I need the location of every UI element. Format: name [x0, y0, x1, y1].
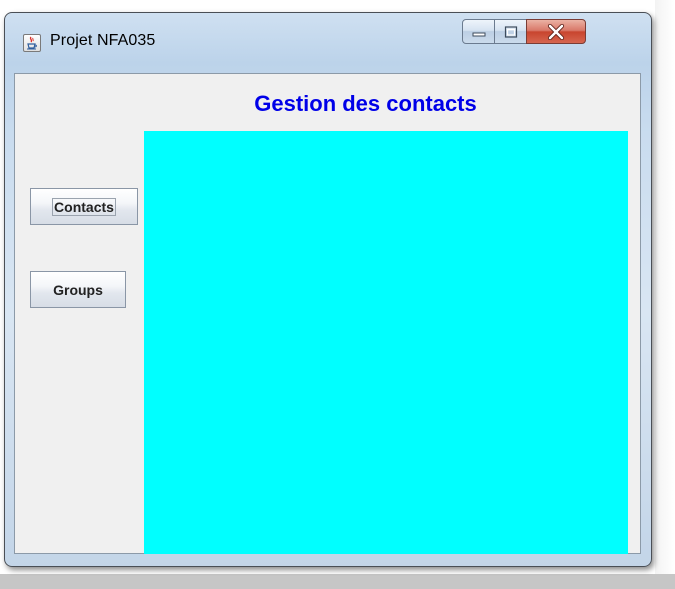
contacts-button[interactable]: Contacts: [30, 188, 138, 225]
desktop-backdrop: [655, 0, 675, 574]
app-window: Projet NFA035 Gestion des contacts Conta…: [4, 12, 652, 567]
maximize-button[interactable]: [494, 19, 527, 44]
java-cup-icon[interactable]: [23, 34, 41, 52]
minimize-icon: [472, 32, 485, 36]
content-pane: Gestion des contacts Contacts Groups: [14, 73, 641, 554]
maximize-icon: [504, 25, 517, 38]
title-bar[interactable]: Projet NFA035: [5, 13, 651, 71]
groups-button[interactable]: Groups: [30, 271, 126, 308]
contacts-button-label: Contacts: [52, 197, 116, 216]
groups-button-label: Groups: [53, 281, 103, 298]
page-title: Gestion des contacts: [254, 91, 477, 116]
screen-bottom-strip: [0, 574, 675, 589]
window-title: Projet NFA035: [50, 32, 156, 49]
main-panel: [144, 131, 628, 554]
close-icon: [547, 23, 565, 40]
minimize-button[interactable]: [462, 19, 495, 44]
close-button[interactable]: [526, 19, 586, 44]
